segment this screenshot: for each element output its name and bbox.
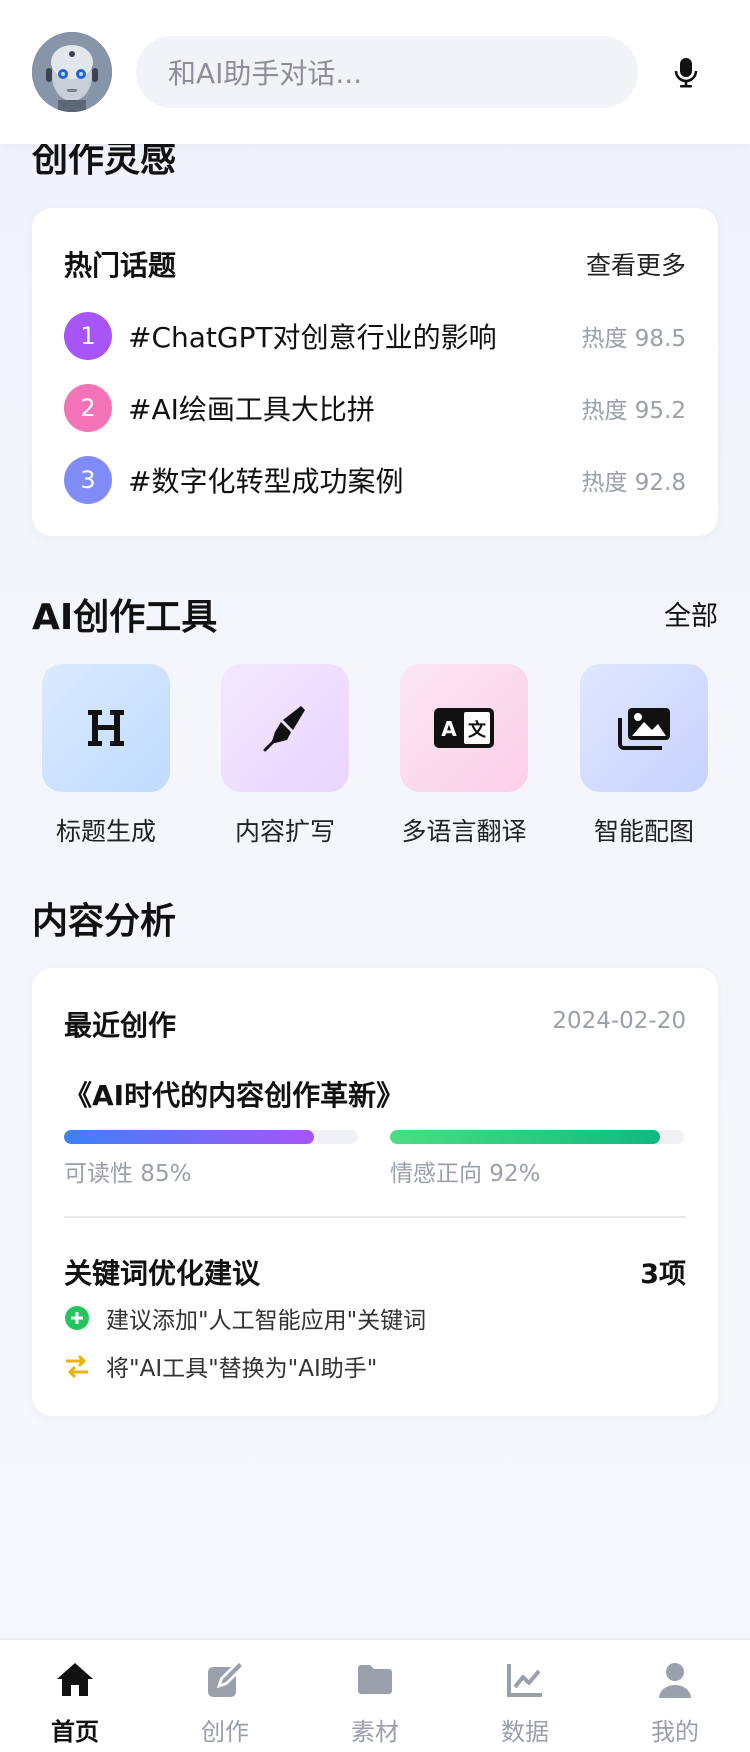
home-icon	[57, 1663, 93, 1696]
heat-score: 热度 98.5	[581, 326, 686, 352]
tab-profile[interactable]: 我的	[600, 1640, 750, 1752]
sentiment-label: 情感正向 92%	[390, 1161, 541, 1187]
swap-icon	[66, 1354, 88, 1379]
bottom-tab-bar: 首页 创作 素材 数据 我的	[0, 1638, 750, 1752]
tab-label: 素材	[351, 1718, 399, 1746]
suggestion-text: 将"AI工具"替换为"AI助手"	[106, 1356, 378, 1382]
tool-icon-box	[580, 664, 708, 792]
tab-label: 数据	[501, 1718, 549, 1746]
translate-icon: A 文	[434, 708, 494, 748]
tool-smart-images[interactable]: 智能配图	[580, 664, 708, 848]
tab-home[interactable]: 首页	[0, 1640, 150, 1752]
hot-topic-item[interactable]: 3 #数字化转型成功案例 热度 92.8	[64, 456, 686, 504]
hot-topics-card: 热门话题 查看更多 1 #ChatGPT对创意行业的影响 热度 98.5 2 #…	[32, 208, 718, 536]
creation-date: 2024-02-20	[552, 1008, 686, 1034]
heat-score: 热度 95.2	[581, 398, 686, 424]
tool-heading-generator[interactable]: 标题生成	[42, 664, 170, 848]
tool-icon-box	[42, 664, 170, 792]
search-input[interactable]: 和AI助手对话...	[136, 36, 638, 108]
edit-icon	[208, 1660, 245, 1697]
tab-create[interactable]: 创作	[150, 1640, 300, 1752]
top-header: 和AI助手对话...	[0, 0, 750, 144]
heat-score: 热度 92.8	[581, 470, 686, 496]
article-title[interactable]: 《AI时代的内容创作革新》	[64, 1074, 404, 1114]
folder-icon	[358, 1665, 392, 1694]
tab-materials[interactable]: 素材	[300, 1640, 450, 1752]
keyword-suggestions-count: 3项	[640, 1259, 686, 1290]
hot-topic-item[interactable]: 2 #AI绘画工具大比拼 热度 95.2	[64, 384, 686, 432]
user-icon	[659, 1663, 691, 1698]
readability-bar	[64, 1130, 358, 1144]
sentiment-bar	[390, 1130, 684, 1144]
topic-text: #AI绘画工具大比拼	[128, 393, 375, 426]
heading-icon	[88, 710, 124, 746]
robot-avatar-icon	[32, 32, 112, 112]
readability-bar-fill	[64, 1130, 314, 1144]
suggestion-text: 建议添加"人工智能应用"关键词	[106, 1308, 427, 1334]
tools-all-link[interactable]: 全部	[664, 594, 718, 633]
plus-circle-icon	[65, 1306, 89, 1330]
tab-label: 创作	[201, 1718, 249, 1746]
rank-badge: 3	[64, 456, 112, 504]
rank-badge: 1	[64, 312, 112, 360]
analysis-section-title: 内容分析	[32, 901, 177, 942]
topic-text: #ChatGPT对创意行业的影响	[128, 321, 497, 354]
recent-creation-card: 最近创作 2024-02-20 《AI时代的内容创作革新》 可读性 85% 情感…	[32, 968, 718, 1416]
divider	[64, 1216, 686, 1218]
suggestion-item[interactable]: 将"AI工具"替换为"AI助手"	[64, 1350, 377, 1382]
tab-data[interactable]: 数据	[450, 1640, 600, 1752]
topic-text: #数字化转型成功案例	[128, 465, 404, 498]
svg-text:文: 文	[468, 719, 487, 741]
tab-label: 我的	[651, 1718, 699, 1746]
rank-badge: 2	[64, 384, 112, 432]
suggestion-item[interactable]: 建议添加"人工智能应用"关键词	[64, 1302, 426, 1334]
tool-label: 内容扩写	[234, 817, 335, 846]
avatar[interactable]	[32, 32, 112, 112]
tool-label: 标题生成	[55, 817, 156, 846]
pen-icon	[263, 706, 305, 752]
sentiment-bar-fill	[390, 1130, 661, 1144]
images-icon	[618, 708, 670, 750]
keyword-suggestions-title: 关键词优化建议	[64, 1257, 261, 1290]
svg-text:A: A	[441, 717, 457, 741]
readability-label: 可读性 85%	[64, 1161, 192, 1187]
tool-label: 智能配图	[593, 817, 694, 846]
tool-icon-box: A 文	[400, 664, 528, 792]
tool-label: 多语言翻译	[401, 817, 527, 846]
search-placeholder: 和AI助手对话...	[168, 57, 363, 90]
tools-section-title: AI创作工具	[32, 597, 218, 638]
chart-icon	[507, 1664, 542, 1697]
microphone-icon[interactable]	[670, 56, 702, 88]
hot-topic-item[interactable]: 1 #ChatGPT对创意行业的影响 热度 98.5	[64, 312, 686, 360]
tool-icon-box	[221, 664, 349, 792]
hot-topics-title: 热门话题	[64, 249, 177, 282]
tool-content-expand[interactable]: 内容扩写	[221, 664, 349, 848]
tool-translate[interactable]: A 文 多语言翻译	[400, 664, 528, 848]
view-more-link[interactable]: 查看更多	[586, 246, 686, 282]
tab-label: 首页	[51, 1718, 99, 1746]
recent-creation-title: 最近创作	[64, 1009, 177, 1042]
